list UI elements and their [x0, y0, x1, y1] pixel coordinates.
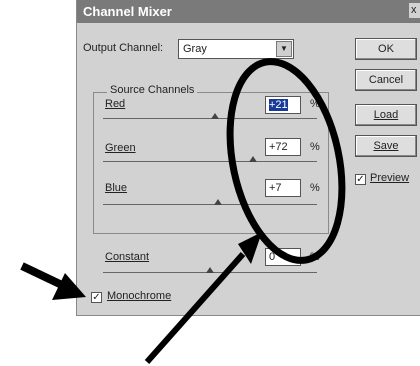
arrow-to-monochrome-shaft — [20, 262, 66, 290]
annotation-overlay — [20, 58, 346, 364]
highlight-ellipse — [226, 58, 346, 264]
arrow-to-circle-shaft — [144, 252, 246, 364]
